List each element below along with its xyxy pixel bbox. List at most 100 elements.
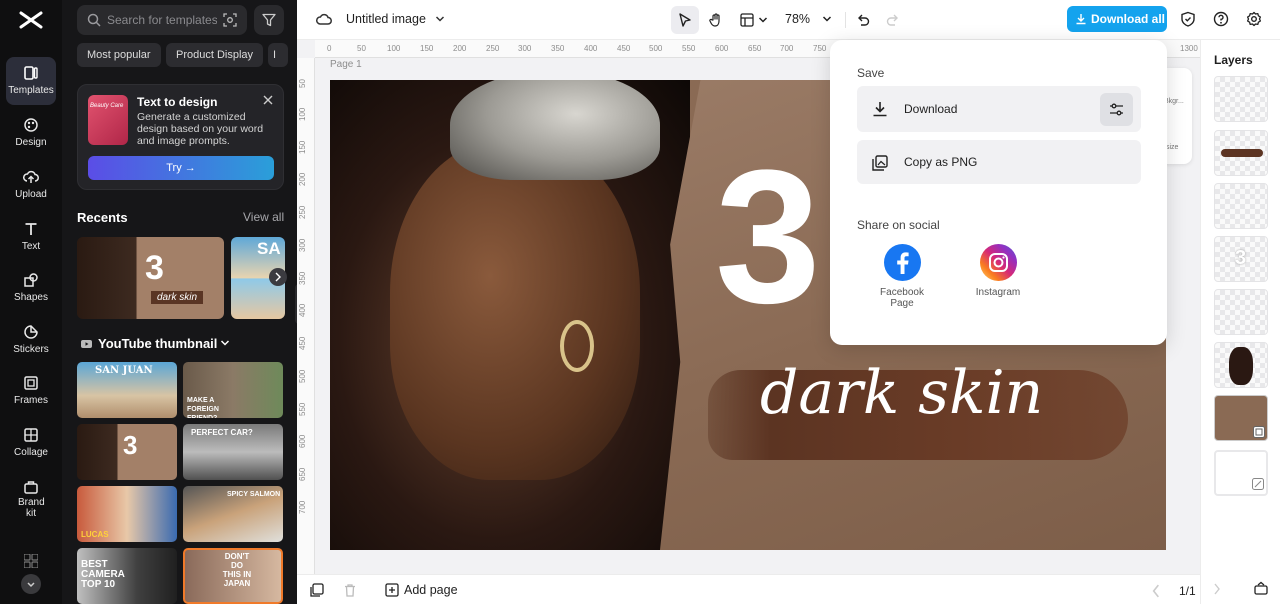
- layer-thumbnail[interactable]: [1214, 183, 1268, 229]
- capcut-logo-icon[interactable]: [18, 9, 44, 31]
- sliders-icon: [1110, 103, 1123, 116]
- ruler-tick: 500: [298, 369, 307, 383]
- chevron-down-icon[interactable]: [220, 339, 230, 347]
- chevron-down-icon[interactable]: [435, 15, 445, 23]
- instagram-label: Instagram: [975, 287, 1021, 298]
- vertical-ruler: 50 100 150 200 250 300 350 400 450 500 5…: [297, 58, 315, 574]
- page-counter: 1/1: [1179, 584, 1196, 598]
- template-tile[interactable]: SAN JUAN: [77, 362, 177, 418]
- rail-design[interactable]: Design: [6, 109, 56, 157]
- select-tool-button[interactable]: [671, 6, 699, 34]
- rail-stickers[interactable]: Stickers: [6, 316, 56, 364]
- try-button[interactable]: Try →: [88, 156, 274, 180]
- copy-as-png-option[interactable]: Copy as PNG: [857, 140, 1141, 184]
- cloud-icon[interactable]: [316, 12, 332, 26]
- collage-icon: [24, 428, 38, 442]
- download-option[interactable]: Download: [857, 86, 1141, 132]
- layer-thumbnail[interactable]: [1214, 450, 1268, 496]
- layout-tool-button[interactable]: [733, 6, 773, 34]
- ruler-tick: 550: [682, 44, 696, 53]
- ruler-tick: 750: [813, 44, 827, 53]
- layer-thumbnail[interactable]: [1214, 342, 1268, 388]
- template-tile[interactable]: MAKE A FOREIGN FRIEND?: [183, 362, 283, 418]
- layer-thumbnail[interactable]: 3: [1214, 236, 1268, 282]
- promo-title: Text to design: [137, 95, 218, 109]
- rail-brand-kit[interactable]: Brand kit: [6, 471, 56, 525]
- template-tile[interactable]: BEST CAMERA TOP 10: [77, 548, 177, 604]
- rail-design-label: Design: [15, 137, 47, 148]
- layer-thumbnail[interactable]: [1214, 130, 1268, 176]
- recents-next-button[interactable]: [269, 268, 287, 286]
- expand-pages-icon[interactable]: [1254, 581, 1268, 595]
- apps-grid-icon[interactable]: [24, 554, 38, 568]
- next-page-icon[interactable]: [1212, 583, 1222, 595]
- expand-rail-button[interactable]: [21, 574, 41, 594]
- shield-icon[interactable]: [1180, 11, 1196, 27]
- rail-frames[interactable]: Frames: [6, 367, 56, 415]
- download-settings-button[interactable]: [1100, 93, 1133, 126]
- tile-text: BEST CAMERA TOP 10: [81, 559, 125, 590]
- ruler-tick: 0: [327, 44, 332, 53]
- template-tile[interactable]: DON'T DO THIS IN JAPAN: [183, 548, 283, 604]
- view-all-link[interactable]: View all: [243, 210, 284, 224]
- filter-button[interactable]: [254, 5, 284, 35]
- ruler-tick: 350: [298, 271, 307, 285]
- layer-thumbnail[interactable]: [1214, 289, 1268, 335]
- prev-page-icon[interactable]: [1151, 584, 1161, 598]
- chip-more[interactable]: I: [268, 43, 288, 67]
- script-text[interactable]: dark skin: [760, 358, 1043, 428]
- help-icon[interactable]: [1213, 11, 1229, 27]
- undo-icon: [858, 14, 870, 26]
- image-search-icon[interactable]: [223, 13, 237, 27]
- rail-templates[interactable]: Templates: [6, 57, 56, 105]
- redo-button[interactable]: [879, 6, 907, 34]
- youtube-thumbnail-title[interactable]: YouTube thumbnail: [98, 336, 217, 351]
- add-page-label: Add page: [404, 583, 458, 597]
- promo-thumbnail: Beauty Care: [88, 95, 128, 145]
- template-tile[interactable]: PERFECT CAR?: [183, 424, 283, 480]
- rail-upload[interactable]: Upload: [6, 161, 56, 209]
- chevron-down-icon[interactable]: [822, 15, 832, 23]
- tile-text: DON'T DO THIS IN JAPAN: [222, 552, 252, 588]
- zoom-level[interactable]: 78%: [785, 12, 810, 26]
- ruler-tick: 100: [298, 107, 307, 121]
- undo-button[interactable]: [849, 6, 877, 34]
- shapes-icon: [24, 273, 38, 287]
- recent-design-1[interactable]: 3 dark skin: [77, 237, 224, 319]
- ruler-tick: 700: [780, 44, 794, 53]
- chip-most-popular[interactable]: Most popular: [77, 43, 161, 67]
- ruler-tick: 650: [748, 44, 762, 53]
- tile-text: MAKE A FOREIGN FRIEND?: [187, 397, 219, 418]
- ruler-tick: 700: [298, 500, 307, 514]
- chip-product-display[interactable]: Product Display: [166, 43, 264, 67]
- layout-icon: [740, 13, 754, 27]
- layer-thumbnail[interactable]: [1214, 395, 1268, 441]
- ruler-tick: 250: [486, 44, 500, 53]
- rail-upload-label: Upload: [15, 189, 47, 200]
- big-number-text[interactable]: 3: [715, 142, 821, 332]
- search-input[interactable]: Search for templates: [77, 5, 247, 35]
- close-icon[interactable]: [262, 94, 274, 106]
- template-tile[interactable]: SPICY SALMON: [183, 486, 283, 542]
- hand-tool-button[interactable]: [702, 6, 730, 34]
- layer-thumbnail[interactable]: [1214, 76, 1268, 122]
- gear-icon[interactable]: [1246, 11, 1262, 27]
- quick-tool-label[interactable]: size: [1166, 144, 1178, 151]
- recent1-script: dark skin: [151, 291, 204, 304]
- document-title[interactable]: Untitled image: [346, 12, 426, 26]
- download-all-button[interactable]: Download all: [1067, 6, 1167, 32]
- rail-collage[interactable]: Collage: [6, 419, 56, 467]
- portrait-face: [390, 140, 640, 480]
- rail-shapes[interactable]: Shapes: [6, 264, 56, 312]
- copy-image-icon: [872, 155, 888, 171]
- delete-page-icon[interactable]: [343, 583, 357, 597]
- template-tile[interactable]: LUCAS: [77, 486, 177, 542]
- template-tile[interactable]: 3: [77, 424, 177, 480]
- rail-text[interactable]: Text: [6, 213, 56, 261]
- save-section-label: Save: [857, 66, 885, 80]
- tile-text: 3: [123, 430, 138, 460]
- ruler-tick: 400: [298, 303, 307, 317]
- upload-icon: [23, 170, 39, 183]
- ruler-tick: 400: [584, 44, 598, 53]
- duplicate-page-icon[interactable]: [310, 583, 324, 597]
